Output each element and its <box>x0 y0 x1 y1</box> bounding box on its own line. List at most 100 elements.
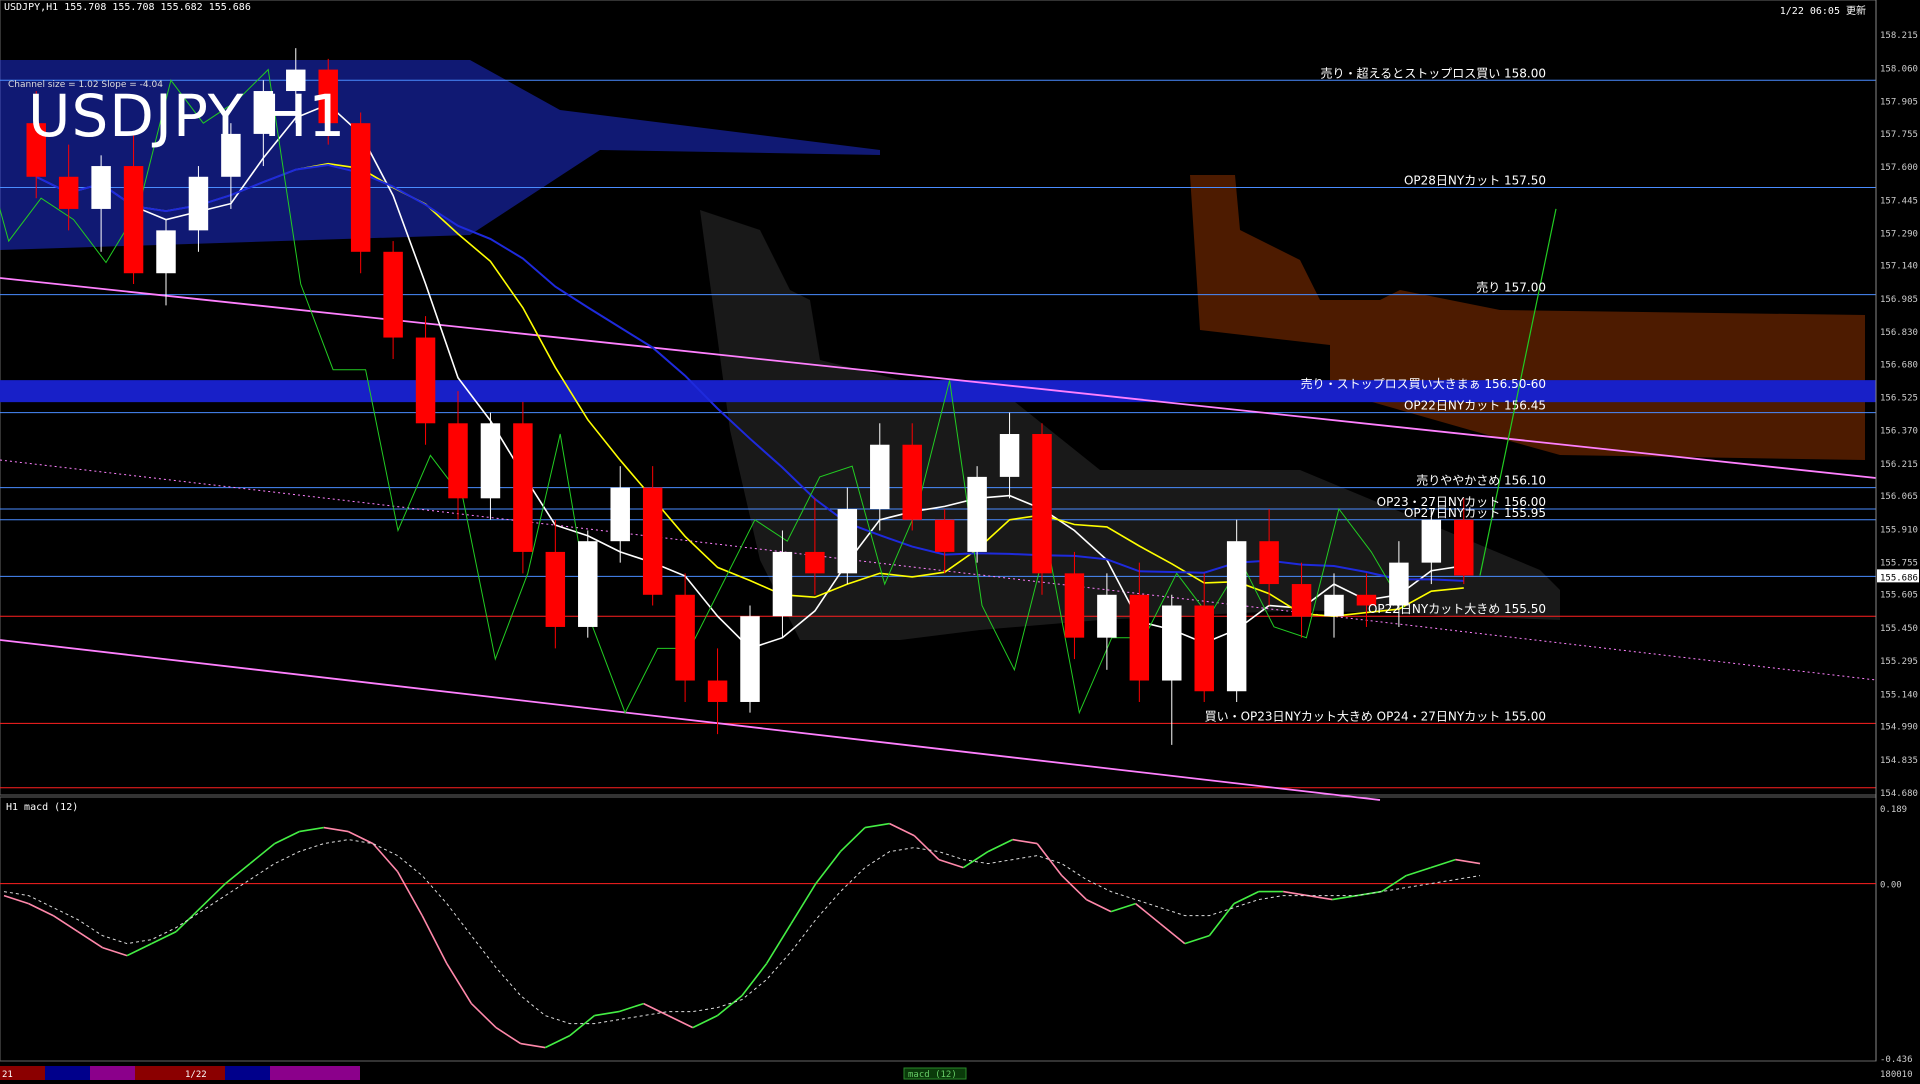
macd-segment <box>1036 843 1063 877</box>
price-tick-label: 154.680 <box>1880 789 1918 799</box>
candle-body <box>513 423 533 552</box>
candle-body <box>1226 541 1247 692</box>
candle-body <box>415 337 436 424</box>
chart-window[interactable]: 売り・超えるとストップロス買い 158.00 OP28日NYカット 157.50 売… <box>0 0 1920 1080</box>
candle-body <box>610 487 630 542</box>
candle-body <box>1421 519 1442 563</box>
macd-segment <box>175 907 202 933</box>
macd-segment <box>520 1042 546 1049</box>
price-tick-label: 157.140 <box>1880 262 1918 272</box>
macd-segment <box>1086 898 1112 913</box>
macd-segment <box>938 858 964 869</box>
macd-segment <box>495 1026 522 1045</box>
level-label: OP22日NYカット大きめ 155.50 <box>1368 602 1546 616</box>
macd-tick-label: 0.00 <box>1880 881 1902 891</box>
macd-segment <box>790 883 817 925</box>
timeframe-segment <box>90 1066 135 1080</box>
price-tick-label: 155.450 <box>1880 624 1918 634</box>
candle-body <box>123 166 144 274</box>
price-tick-label: 156.370 <box>1880 427 1918 437</box>
macd-segment <box>741 963 768 997</box>
macd-segment <box>372 843 399 873</box>
price-tick-label: 157.600 <box>1880 163 1918 173</box>
candle-body <box>383 251 403 338</box>
level-label: 買い・OP23日NYカット大きめ OP24・27日NYカット 155.00 <box>1205 709 1546 723</box>
price-tick-label: 155.605 <box>1880 591 1918 601</box>
candle-body <box>675 594 695 681</box>
candle-body <box>578 541 598 627</box>
price-tick-label: 156.215 <box>1880 460 1918 470</box>
macd-segment <box>1159 922 1186 945</box>
macd-segment <box>3 894 29 905</box>
macd-segment <box>667 1014 694 1029</box>
candle-body <box>1097 594 1117 638</box>
macd-segment <box>1061 875 1087 901</box>
candle-body <box>805 551 825 574</box>
timeframe-segment <box>225 1066 270 1080</box>
candle-body <box>999 434 1020 477</box>
macd-segment <box>569 1014 595 1037</box>
macd-panel-frame <box>0 796 1877 1062</box>
macd-segment <box>987 838 1013 853</box>
price-tick-label: 158.060 <box>1880 64 1918 74</box>
level-label: 売り・超えるとストップロス買い 158.00 <box>1321 65 1546 80</box>
update-timestamp: 1/22 06:05 更新 <box>1779 6 1866 17</box>
macd-segment <box>1455 858 1481 865</box>
candle-body <box>902 444 922 520</box>
macd-panel-label: H1 macd (12) <box>6 802 79 813</box>
macd-segment <box>274 830 300 845</box>
level-label: 売り・ストップロス買い大きまぁ 156.50-60 <box>1301 376 1546 391</box>
candle-body <box>642 487 663 595</box>
price-chart[interactable]: 売り・超えるとストップロス買い 158.00 OP28日NYカット 157.50 売… <box>0 0 1920 1080</box>
timeframe-right-label: 180010 <box>1880 1070 1913 1080</box>
price-tick-label: 156.525 <box>1880 393 1918 403</box>
candle-body <box>740 616 760 702</box>
candle-body <box>1291 584 1312 617</box>
symbol-info: USDJPY,H1 155.708 155.708 155.682 155.68… <box>4 2 251 13</box>
macd-segment <box>1012 838 1038 845</box>
macd-segment <box>1307 894 1333 901</box>
candle-body <box>448 423 468 499</box>
level-label: OP22日NYカット 156.45 <box>1404 399 1546 413</box>
macd-segment <box>864 822 890 829</box>
candle-body <box>1194 605 1214 692</box>
macd-segment <box>839 827 866 853</box>
candle-body <box>188 176 209 231</box>
candle-body <box>934 519 955 552</box>
timeframe-segment <box>315 1066 360 1080</box>
price-tick-label: 157.290 <box>1880 230 1918 240</box>
price-tick-label: 155.686 <box>1880 573 1918 583</box>
timeframe-left-label: 21 <box>2 1070 13 1080</box>
candle-body <box>870 444 890 510</box>
level-label: OP27日NYカット 155.95 <box>1404 506 1546 520</box>
price-tick-label: 156.065 <box>1880 492 1918 502</box>
price-tick-label: 155.295 <box>1880 657 1918 667</box>
macd-segment <box>224 862 251 885</box>
level-label: OP28日NYカット 157.50 <box>1404 173 1546 187</box>
macd-segment <box>815 851 842 885</box>
price-tick-label: 158.215 <box>1880 31 1918 41</box>
macd-tick-label: -0.436 <box>1880 1055 1913 1065</box>
macd-segment <box>692 1014 718 1029</box>
timeframe-segment <box>270 1066 315 1080</box>
candle-body <box>156 230 176 274</box>
macd-tick-label: 0.189 <box>1880 805 1907 815</box>
candle-body <box>1162 605 1182 681</box>
candle-body <box>967 476 987 552</box>
macd-segment <box>396 871 423 916</box>
macd-segment <box>1233 890 1259 905</box>
timeframe-segment <box>45 1066 90 1080</box>
macd-segment <box>765 923 792 965</box>
timeframe-bar[interactable]: 21 1/22 macd (12) 180010 <box>0 1066 1920 1080</box>
price-tick-label: 155.910 <box>1880 525 1918 535</box>
macd-segment <box>52 914 79 933</box>
candle-body <box>91 166 111 209</box>
macd-segment <box>913 835 940 861</box>
macd-segment <box>446 963 473 1005</box>
macd-segment <box>1332 894 1358 901</box>
macd-segment <box>618 1002 644 1013</box>
macd-segment <box>77 930 103 949</box>
level-band <box>0 380 1876 403</box>
candle-body <box>545 551 566 627</box>
price-tick-label: 154.835 <box>1880 756 1918 766</box>
